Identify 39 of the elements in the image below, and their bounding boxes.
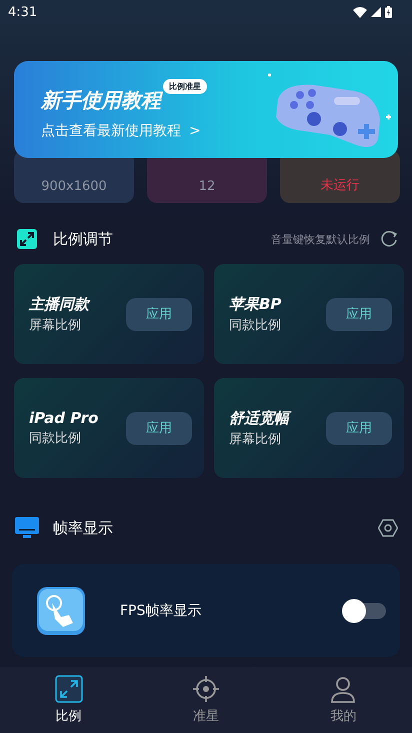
preset-name: 苹果BP [229,294,282,314]
apply-button[interactable]: 应用 [326,298,392,330]
preset-subtitle: 同款比例 [29,430,82,447]
apply-button[interactable]: 应用 [326,412,392,444]
apply-button[interactable]: 应用 [126,412,192,444]
battery-icon [385,6,392,18]
resize-icon [54,675,83,703]
preset-name: iPad Pro [29,409,98,427]
hexagon-settings-icon[interactable] [378,518,398,538]
person-icon [329,675,358,703]
preset-subtitle: 屏幕比例 [229,430,282,448]
section-title: 比例调节 [53,230,114,248]
resize-icon [17,229,37,249]
banner-link[interactable]: 点击查看最新使用教程 [41,122,181,140]
section-title: 帧率显示 [53,518,113,538]
fps-label: FPS帧率显示 [120,602,202,620]
nav-tab[interactable]: 准星 [137,667,275,733]
wifi-icon [353,6,367,18]
refresh-icon[interactable] [380,230,398,248]
stat-value: 未运行 [320,177,360,194]
preset-name: 舒适宽幅 [229,408,289,428]
section-hint: 音量键恢复默认比例 [271,232,370,246]
banner-badge: 比例准星 [163,79,207,94]
nav-tab[interactable]: 我的 [274,667,412,733]
preset-subtitle: 同款比例 [229,316,282,334]
monitor-icon [15,517,39,539]
preset-subtitle: 屏幕比例 [29,316,82,334]
tutorial-banner[interactable]: 新手使用教程 比例准星 点击查看最新使用教程 > [14,61,398,158]
nav-tab[interactable]: 比例 [0,667,138,733]
status-time: 4:31 [8,4,38,20]
chevron-icon: > [189,123,201,139]
preset-name: 主播同款 [29,294,89,314]
banner-title: 新手使用教程 [41,87,161,114]
tap-icon [37,586,85,634]
crosshair-icon [192,675,220,703]
stat-value: 12 [198,179,216,194]
apply-button[interactable]: 应用 [126,298,192,330]
signal-icon [371,7,381,17]
stat-value: 900x1600 [41,179,107,194]
